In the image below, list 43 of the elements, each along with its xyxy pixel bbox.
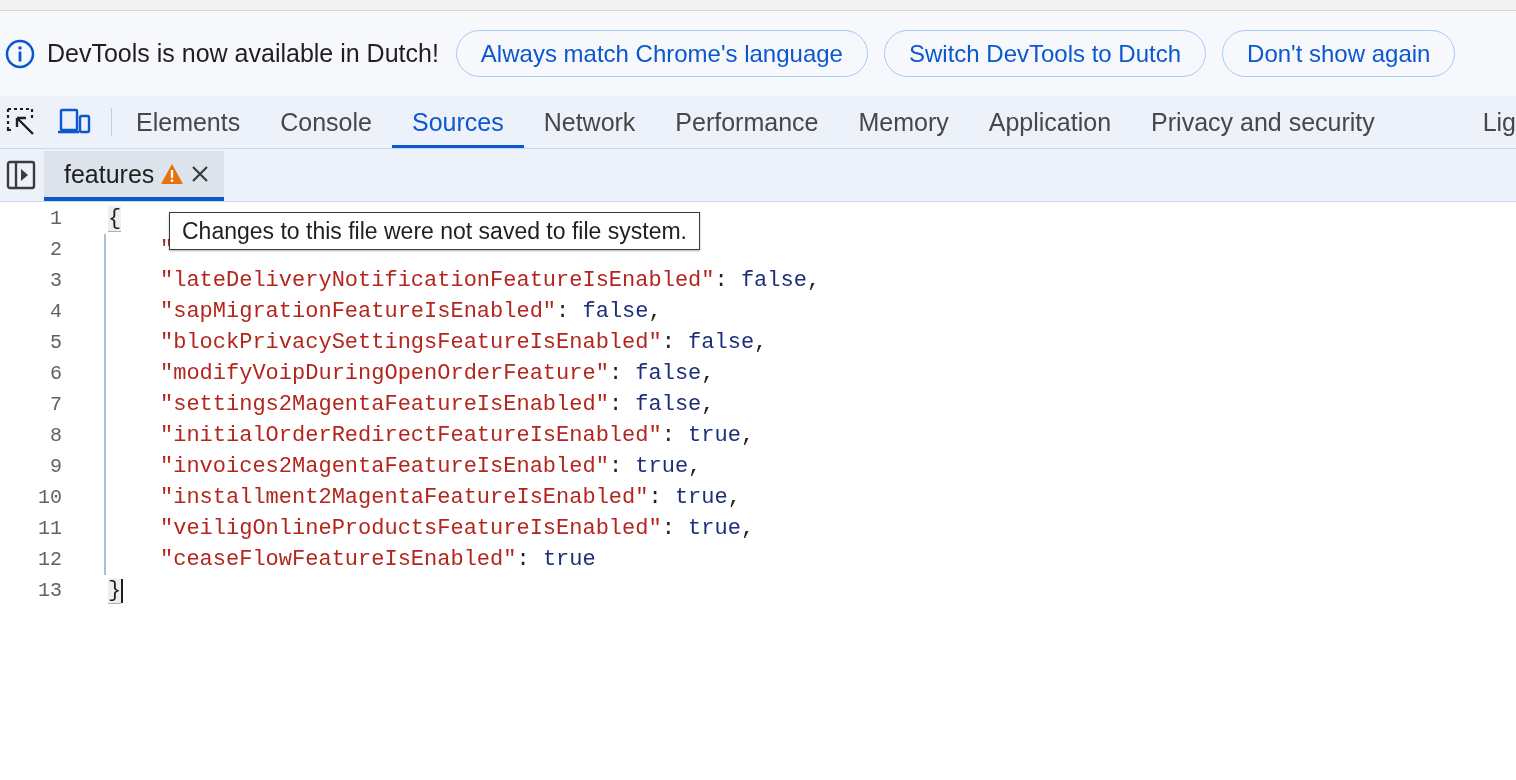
code-line: "installment2MagentaFeatureIsEnabled": true, <box>104 482 741 513</box>
line-number: 9 <box>49 455 62 478</box>
code-line: "initialOrderRedirectFeatureIsEnabled": true, <box>104 420 755 451</box>
close-icon[interactable] <box>190 164 211 184</box>
panel-tab[interactable]: Memory <box>838 96 969 148</box>
panel-tab[interactable]: Privacy and security <box>1131 96 1395 148</box>
panel-tab[interactable]: Lig <box>1472 96 1516 148</box>
line-number: 11 <box>37 517 62 540</box>
line-number: 12 <box>37 548 62 571</box>
infobar-button[interactable]: Don't show again <box>1222 30 1456 77</box>
file-tab[interactable]: features <box>44 151 225 201</box>
panel-tab[interactable]: Elements <box>116 96 261 148</box>
info-icon <box>5 38 35 69</box>
line-number: 13 <box>37 579 62 602</box>
panel-tab[interactable]: Application <box>968 96 1132 148</box>
infobar-button[interactable]: Switch DevTools to Dutch <box>883 30 1207 77</box>
panel-tab[interactable]: Performance <box>655 96 839 148</box>
line-number: 6 <box>49 362 62 385</box>
code-line: "ceaseFlowFeatureIsEnabled": true <box>104 544 596 575</box>
code-line: "blockPrivacySettingsFeatureIsEnabled": false, <box>104 327 768 358</box>
line-number: 3 <box>49 269 62 292</box>
tooltip: Changes to this file were not saved to file system. <box>169 212 700 250</box>
panel-tab[interactable]: Console <box>260 96 392 148</box>
sidebar-toggle-icon[interactable] <box>6 160 36 190</box>
code-line: "veiligOnlineProductsFeatureIsEnabled": true, <box>104 513 755 544</box>
code-line: "modifyVoipDuringOpenOrderFeature": false, <box>104 358 715 389</box>
line-number: 4 <box>49 300 62 323</box>
line-number: 10 <box>37 486 62 509</box>
device-toolbar-icon[interactable] <box>57 108 91 136</box>
code-line: "settings2MagentaFeatureIsEnabled": false, <box>104 389 715 420</box>
code-line: "sapMigrationFeatureIsEnabled": false, <box>104 296 662 327</box>
infobar-button[interactable]: Always match Chrome's language <box>455 30 868 77</box>
panel-tab[interactable]: Network <box>523 96 656 148</box>
code-line: "invoices2MagentaFeatureIsEnabled": true, <box>104 451 702 482</box>
line-number: 2 <box>49 238 62 261</box>
line-number: 8 <box>49 424 62 447</box>
line-number: 7 <box>49 393 62 416</box>
line-number: 1 <box>49 207 62 230</box>
warning-icon <box>160 163 185 185</box>
code-line: "lateDeliveryNotificationFeatureIsEnabled": false, <box>104 265 821 296</box>
file-name: features <box>64 159 155 189</box>
info-message: DevTools is now available in Dutch! <box>47 39 439 68</box>
line-number: 5 <box>49 331 62 354</box>
